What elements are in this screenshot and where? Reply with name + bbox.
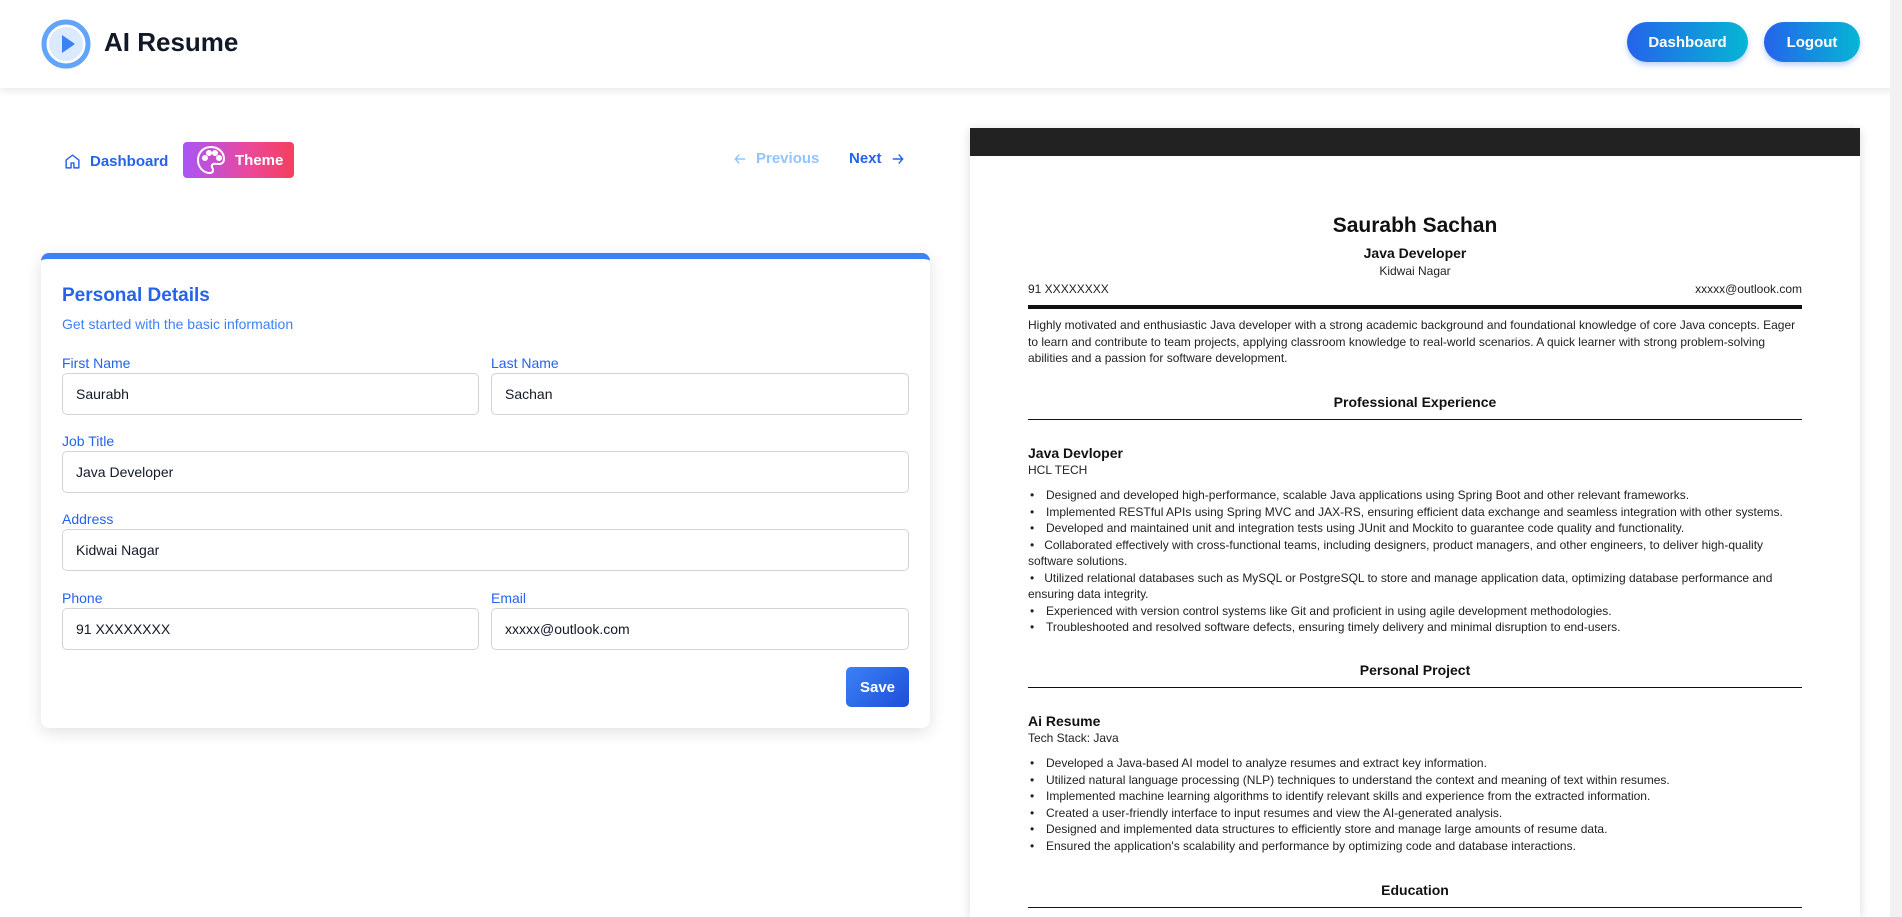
play-circle-icon[interactable] — [40, 18, 92, 70]
resume-theme-bar — [970, 128, 1860, 156]
list-item: Collaborated effectively with cross-func… — [1028, 537, 1808, 570]
project-heading: Personal Project — [1359, 662, 1471, 678]
dashboard-link[interactable]: Dashboard — [64, 150, 168, 172]
app-header: AI Resume Dashboard Logout — [0, 0, 1902, 88]
resume-header-divider — [1028, 305, 1802, 309]
dashboard-link-label: Dashboard — [90, 152, 169, 170]
resume-preview: Saurabh Sachan Java Developer Kidwai Nag… — [970, 128, 1860, 917]
list-item: Experienced with version control systems… — [1028, 603, 1808, 620]
email-input[interactable] — [491, 608, 909, 650]
project-bullets: Developed a Java-based AI model to analy… — [1028, 755, 1808, 854]
education-divider — [1028, 907, 1802, 908]
list-item: Troubleshooted and resolved software def… — [1028, 619, 1808, 636]
project-stack: Tech Stack: Java — [1028, 731, 1119, 745]
save-button[interactable]: Save — [846, 667, 909, 707]
list-item: Created a user-friendly interface to inp… — [1028, 805, 1808, 822]
experience-company: HCL TECH — [1028, 463, 1088, 477]
job-title-input[interactable] — [62, 451, 909, 493]
header-dashboard-button[interactable]: Dashboard — [1627, 22, 1748, 62]
resume-job-title: Java Developer — [1363, 245, 1467, 261]
resume-email: xxxxx@outlook.com — [1695, 282, 1802, 296]
address-label: Address — [62, 511, 114, 527]
experience-heading: Professional Experience — [1333, 394, 1497, 410]
first-name-label: First Name — [62, 355, 131, 371]
resume-address: Kidwai Nagar — [1379, 264, 1451, 278]
resume-phone: 91 XXXXXXXX — [1028, 282, 1109, 296]
logout-button[interactable]: Logout — [1764, 22, 1860, 62]
list-item: Implemented RESTful APIs using Spring MV… — [1028, 504, 1808, 521]
resume-name: Saurabh Sachan — [1332, 214, 1498, 237]
palette-icon — [196, 145, 226, 175]
project-title: Ai Resume — [1028, 713, 1101, 729]
phone-input[interactable] — [62, 608, 479, 650]
experience-bullets: Designed and developed high-performance,… — [1028, 487, 1808, 636]
next-label: Next — [849, 150, 882, 167]
card-title: Personal Details — [62, 285, 210, 306]
experience-divider — [1028, 419, 1802, 420]
address-input[interactable] — [62, 529, 909, 571]
arrow-left-icon — [734, 153, 746, 164]
resume-summary: Highly motivated and enthusiastic Java d… — [1028, 318, 1796, 365]
experience-title: Java Devloper — [1028, 445, 1123, 461]
list-item: Designed and developed high-performance,… — [1028, 487, 1808, 504]
list-item: Utilized relational databases such as My… — [1028, 570, 1808, 603]
theme-button-label: Theme — [235, 151, 284, 169]
personal-details-card: Personal Details Get started with the ba… — [41, 253, 930, 728]
education-heading: Education — [1381, 882, 1449, 898]
list-item: Utilized natural language processing (NL… — [1028, 772, 1808, 789]
email-label: Email — [491, 590, 527, 606]
last-name-input[interactable] — [491, 373, 909, 415]
arrow-right-icon — [892, 153, 904, 164]
app-brand: AI Resume — [104, 27, 239, 57]
previous-label: Previous — [756, 150, 820, 167]
list-item: Designed and implemented data structures… — [1028, 821, 1808, 838]
last-name-label: Last Name — [491, 355, 559, 371]
page-scrollbar[interactable] — [1890, 0, 1902, 917]
home-icon — [65, 153, 80, 169]
first-name-input[interactable] — [62, 373, 479, 415]
job-title-label: Job Title — [62, 433, 115, 449]
project-divider — [1028, 687, 1802, 688]
next-button[interactable]: Next — [849, 150, 905, 167]
list-item: Developed and maintained unit and integr… — [1028, 520, 1808, 537]
theme-button[interactable]: Theme — [183, 142, 294, 178]
list-item: Implemented machine learning algorithms … — [1028, 788, 1808, 805]
previous-button[interactable]: Previous — [733, 150, 819, 167]
list-item: Developed a Java-based AI model to analy… — [1028, 755, 1808, 772]
list-item: Ensured the application's scalability an… — [1028, 838, 1808, 855]
card-subtitle: Get started with the basic information — [62, 316, 294, 332]
phone-label: Phone — [62, 590, 103, 606]
